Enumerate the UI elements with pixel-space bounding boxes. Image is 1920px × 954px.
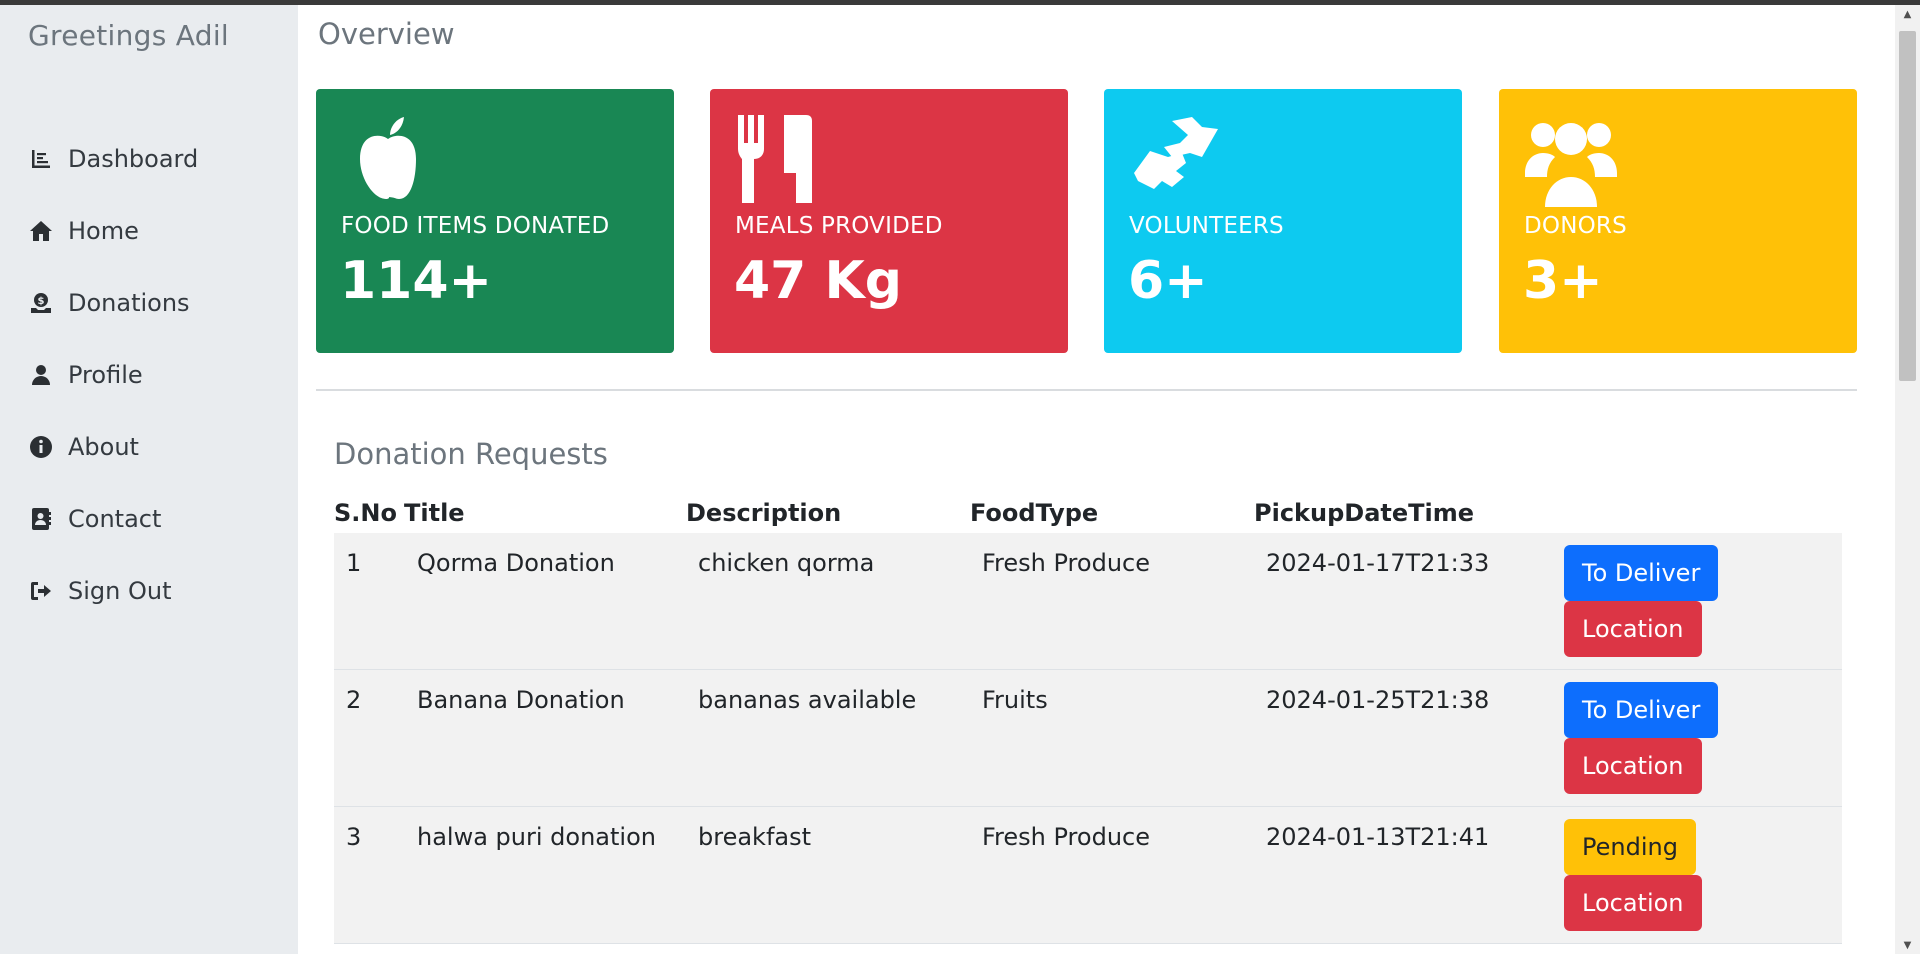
to-deliver-button[interactable]: To Deliver [1564, 682, 1719, 738]
vertical-scrollbar[interactable]: ▲ ▼ [1895, 5, 1920, 954]
contact-icon [28, 506, 54, 532]
sidebar-item-label: Sign Out [68, 577, 172, 605]
cell-sno: 2 [346, 686, 362, 714]
apple-icon [340, 111, 436, 207]
users-icon [1523, 111, 1619, 207]
stat-card-label: VOLUNTEERS [1129, 213, 1284, 239]
scroll-down-arrow-icon[interactable]: ▼ [1895, 936, 1920, 954]
main-content: Overview FOOD ITEMS DONATED 114+ MEALS P… [298, 5, 1895, 954]
cell-title: Banana Donation [417, 686, 625, 714]
stat-card-value: 6+ [1128, 251, 1208, 311]
cell-food-type: Fresh Produce [982, 823, 1150, 851]
stat-card-label: FOOD ITEMS DONATED [341, 213, 610, 239]
stat-card-value: 47 Kg [734, 251, 902, 311]
cell-pickup-datetime: 2024-01-25T21:38 [1266, 686, 1490, 714]
user-icon [28, 362, 54, 388]
scroll-up-arrow-icon[interactable]: ▲ [1895, 5, 1920, 23]
stat-card-donors: DONORS 3+ [1499, 89, 1857, 353]
utensils-icon [734, 111, 830, 207]
sidebar-item-about[interactable]: About [0, 411, 298, 483]
cell-pickup-datetime: 2024-01-13T21:41 [1266, 823, 1490, 851]
section-divider [316, 389, 1857, 391]
stat-card-volunteers: VOLUNTEERS 6+ [1104, 89, 1462, 353]
sidebar-item-dashboard[interactable]: Dashboard [0, 123, 298, 195]
stat-card-label: MEALS PROVIDED [735, 213, 943, 239]
sidebar-item-profile[interactable]: Profile [0, 339, 298, 411]
location-button[interactable]: Location [1564, 601, 1702, 657]
info-icon [28, 434, 54, 460]
svg-text:$: $ [38, 296, 45, 307]
sidebar: Greetings Adil Dashboard Home $ Donation… [0, 5, 298, 954]
home-icon [28, 218, 54, 244]
chart-icon [28, 146, 54, 172]
sidebar-item-label: Dashboard [68, 145, 199, 173]
table-row: 2 Banana Donation bananas available Frui… [334, 670, 1842, 807]
donation-icon: $ [28, 290, 54, 316]
stat-card-value: 3+ [1523, 251, 1603, 311]
cell-food-type: Fresh Produce [982, 549, 1150, 577]
column-header: PickupDateTime [1254, 499, 1475, 527]
donation-requests-table: S.No Title Description FoodType PickupDa… [334, 499, 1842, 944]
to-deliver-button[interactable]: To Deliver [1564, 545, 1719, 601]
cell-sno: 1 [346, 549, 362, 577]
sidebar-item-label: Donations [68, 289, 190, 317]
sidebar-item-donations[interactable]: $ Donations [0, 267, 298, 339]
cell-title: Qorma Donation [417, 549, 615, 577]
cell-sno: 3 [346, 823, 362, 851]
cell-food-type: Fruits [982, 686, 1048, 714]
sidebar-item-label: Home [68, 217, 139, 245]
sidebar-item-sign-out[interactable]: Sign Out [0, 555, 298, 627]
table-row: 1 Qorma Donation chicken qorma Fresh Pro… [334, 533, 1842, 670]
table-row: 3 halwa puri donation breakfast Fresh Pr… [334, 807, 1842, 944]
stat-card-food-items: FOOD ITEMS DONATED 114+ [316, 89, 674, 353]
cell-pickup-datetime: 2024-01-17T21:33 [1266, 549, 1490, 577]
greeting-text: Greetings Adil [28, 19, 230, 52]
cell-title: halwa puri donation [417, 823, 656, 851]
stat-cards: FOOD ITEMS DONATED 114+ MEALS PROVIDED 4… [316, 89, 1857, 353]
column-header: Description [686, 499, 842, 527]
page-title: Overview [318, 17, 455, 51]
scrollbar-thumb[interactable] [1899, 31, 1916, 381]
sidebar-item-label: Contact [68, 505, 162, 533]
sidebar-item-label: Profile [68, 361, 143, 389]
handshake-icon [1128, 111, 1224, 207]
column-header: FoodType [970, 499, 1099, 527]
cell-description: bananas available [698, 686, 917, 714]
column-header: S.No [334, 499, 397, 527]
sidebar-item-label: About [68, 433, 139, 461]
sign-out-icon [28, 578, 54, 604]
table-header: S.No Title Description FoodType PickupDa… [334, 499, 1842, 533]
location-button[interactable]: Location [1564, 738, 1702, 794]
cell-description: breakfast [698, 823, 812, 851]
donation-requests-title: Donation Requests [334, 437, 608, 471]
cell-description: chicken qorma [698, 549, 875, 577]
sidebar-item-home[interactable]: Home [0, 195, 298, 267]
location-button[interactable]: Location [1564, 875, 1702, 931]
stat-card-value: 114+ [340, 251, 493, 311]
sidebar-item-contact[interactable]: Contact [0, 483, 298, 555]
column-header: Title [404, 499, 465, 527]
stat-card-meals: MEALS PROVIDED 47 Kg [710, 89, 1068, 353]
sidebar-nav: Dashboard Home $ Donations Profile About [0, 123, 298, 627]
pending-button[interactable]: Pending [1564, 819, 1696, 875]
stat-card-label: DONORS [1524, 213, 1627, 239]
